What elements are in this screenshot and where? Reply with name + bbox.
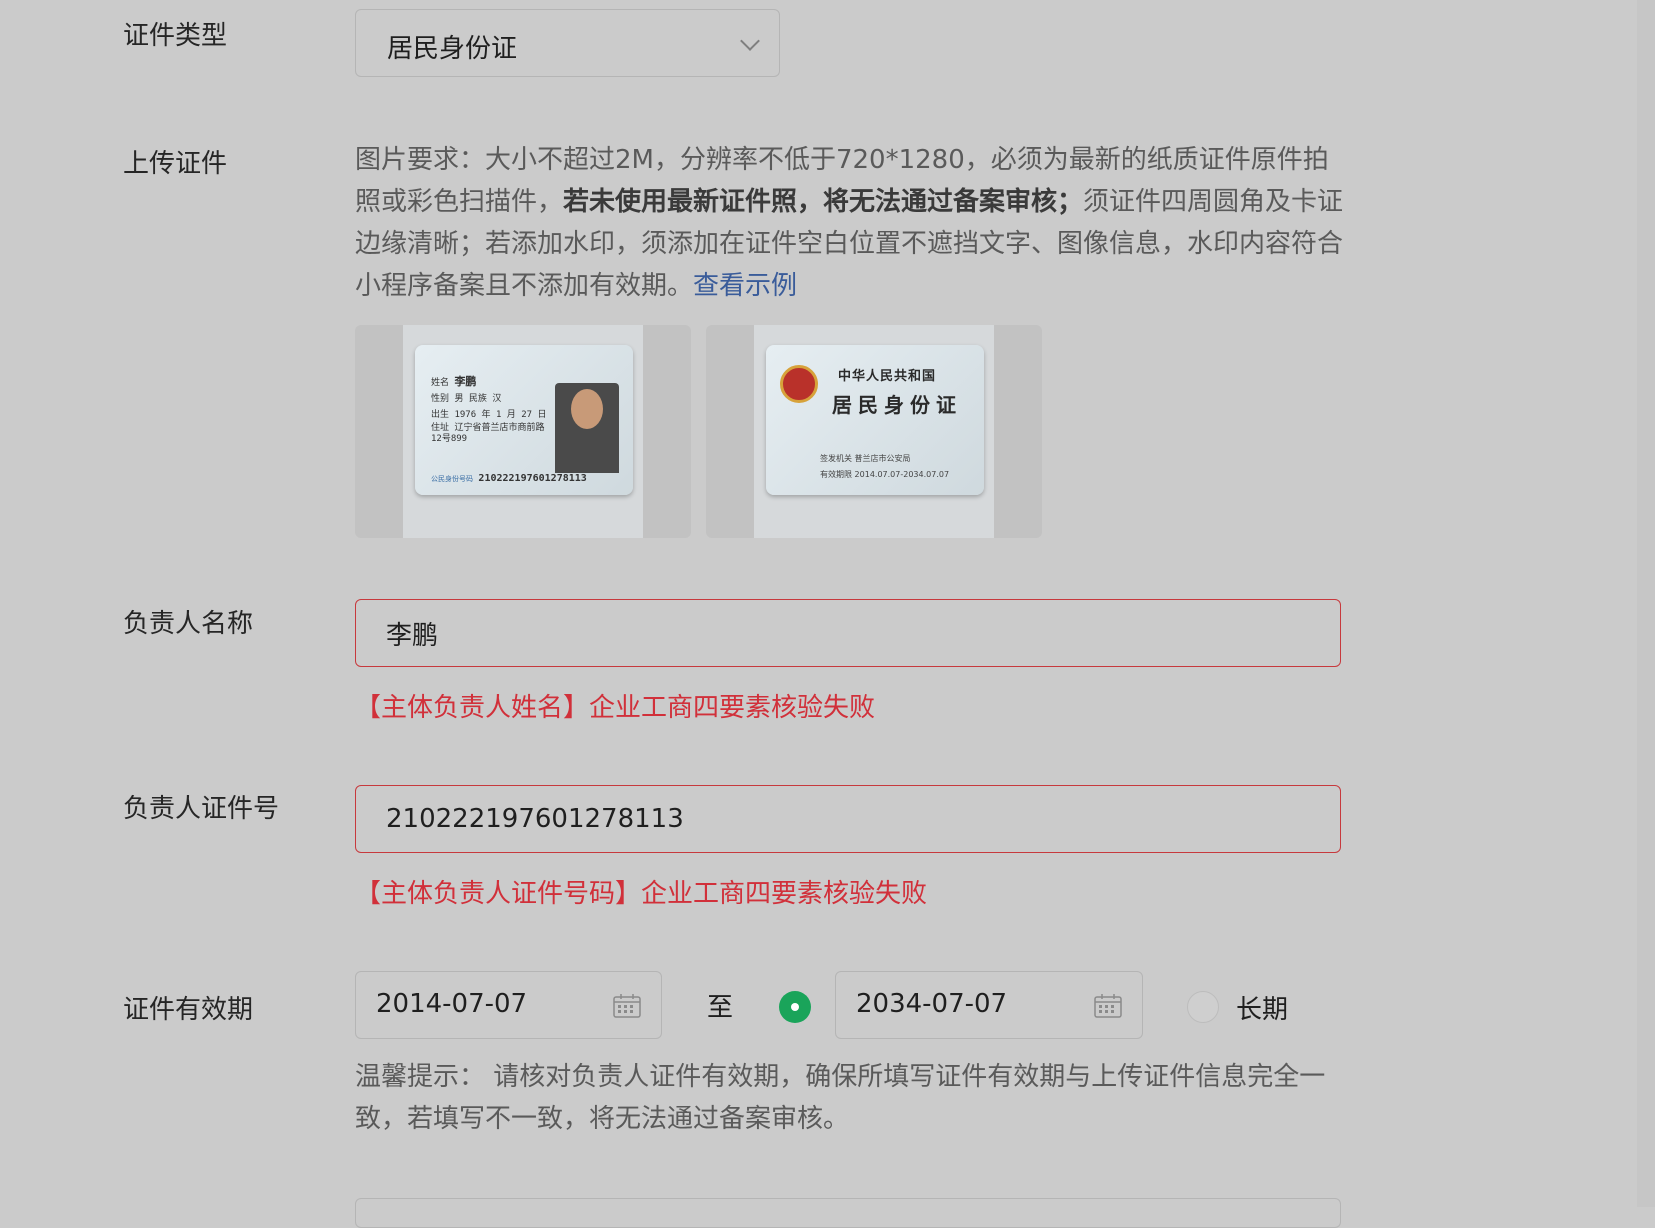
front-ethnic-label: 民族 (468, 394, 487, 404)
calendar-icon (613, 994, 641, 1018)
front-sex: 男 (454, 394, 464, 404)
label-person-name: 负责人名称 (123, 609, 254, 639)
view-example-link[interactable]: 查看示例 (693, 271, 797, 301)
scrollbar[interactable] (1637, 0, 1655, 1207)
front-addr-label: 住址 (431, 423, 450, 433)
person-id-error: 【主体负责人证件号码】企业工商四要素核验失败 (355, 879, 928, 909)
upload-requirements: 图片要求：大小不超过2M，分辨率不低于720*1280，必须为最新的纸质证件原件… (355, 139, 1345, 307)
front-id-number: 210222197601278113 (478, 473, 587, 484)
label-id-type: 证件类型 (123, 21, 228, 51)
back-title: 居民身份证 (832, 393, 962, 417)
front-addr: 辽宁省普兰店市商前路12号899 (431, 423, 545, 444)
uploaded-id-front[interactable]: 姓名 李鹏 性别 男 民族 汉 出生 1976 年 1 月 27 日 住址 辽宁… (355, 325, 691, 538)
back-validity-label: 有效期限 (820, 470, 852, 479)
person-id-field[interactable] (355, 785, 1341, 853)
long-term-radio[interactable] (1187, 991, 1219, 1023)
end-date-radio[interactable] (779, 991, 811, 1023)
validity-end-date[interactable]: 2034-07-07 (835, 971, 1143, 1039)
next-field-partial[interactable] (355, 1198, 1341, 1228)
validity-start-value: 2014-07-07 (376, 989, 528, 1019)
portrait-photo (555, 383, 619, 473)
validity-hint: 温馨提示： 请核对负责人证件有效期，确保所填写证件有效期与上传证件信息完全一致，… (355, 1062, 1326, 1134)
back-country: 中华人民共和国 (838, 369, 937, 384)
front-name: 李鹏 (454, 375, 477, 388)
person-name-field[interactable] (355, 599, 1341, 667)
date-range-separator: 至 (707, 993, 734, 1023)
label-upload: 上传证件 (123, 149, 228, 179)
front-sex-label: 性别 (431, 394, 450, 404)
validity-start-date[interactable]: 2014-07-07 (355, 971, 662, 1039)
person-name-input[interactable] (386, 600, 1286, 666)
back-authority-label: 签发机关 (820, 454, 852, 463)
front-birth: 1976 年 1 月 27 日 (454, 410, 547, 420)
person-name-error: 【主体负责人姓名】企业工商四要素核验失败 (355, 693, 876, 723)
id-type-value: 居民身份证 (387, 34, 518, 64)
uploaded-id-back[interactable]: 中华人民共和国 居民身份证 签发机关 普兰店市公安局 有效期限 2014.07.… (706, 325, 1042, 538)
id-type-select[interactable]: 居民身份证 (355, 9, 780, 77)
front-birth-label: 出生 (431, 410, 450, 420)
validity-end-value: 2034-07-07 (856, 989, 1008, 1019)
long-term-label: 长期 (1236, 995, 1289, 1025)
id-front-image: 姓名 李鹏 性别 男 民族 汉 出生 1976 年 1 月 27 日 住址 辽宁… (403, 325, 643, 538)
back-validity: 2014.07.07-2034.07.07 (854, 470, 950, 479)
front-id-label: 公民身份号码 (431, 475, 473, 483)
front-name-label: 姓名 (431, 378, 450, 388)
national-emblem-icon (780, 365, 818, 403)
chevron-down-icon (740, 31, 760, 51)
label-validity: 证件有效期 (123, 995, 254, 1025)
id-back-image: 中华人民共和国 居民身份证 签发机关 普兰店市公安局 有效期限 2014.07.… (754, 325, 994, 538)
req-warning: 若未使用最新证件照，将无法通过备案审核； (563, 187, 1084, 217)
label-person-id: 负责人证件号 (123, 794, 280, 824)
calendar-icon (1094, 994, 1122, 1018)
person-id-input[interactable] (386, 786, 1286, 852)
front-ethnic: 汉 (492, 394, 502, 404)
back-authority: 普兰店市公安局 (854, 454, 911, 463)
